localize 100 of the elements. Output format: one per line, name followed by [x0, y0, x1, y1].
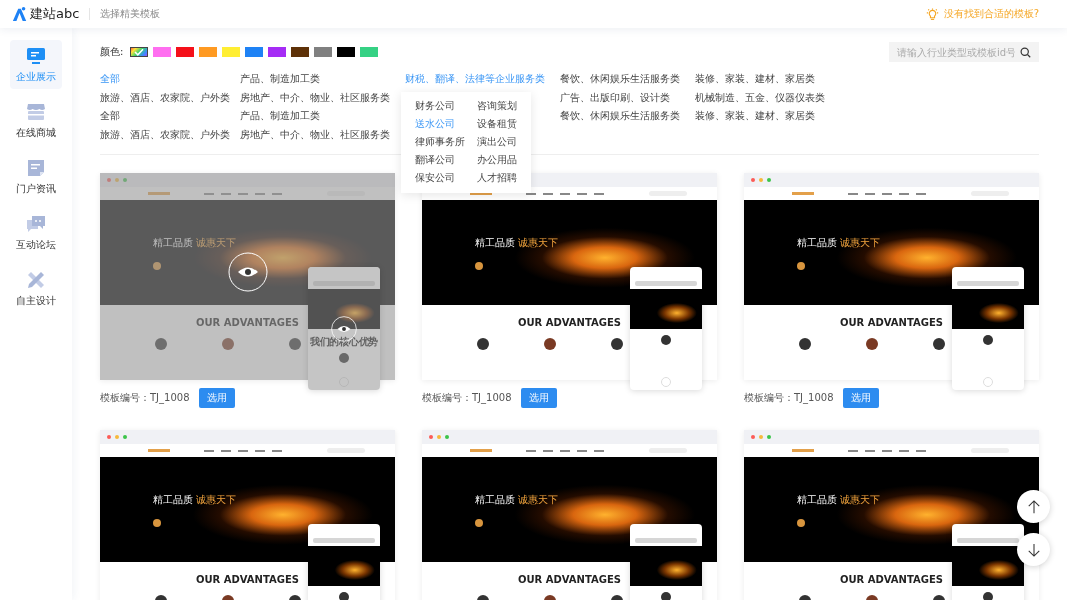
color-swatch[interactable] [153, 47, 172, 57]
search-icon [1020, 47, 1031, 58]
section-heading: OUR ADVANTAGES [839, 317, 943, 328]
mobile-search-bar [313, 538, 375, 543]
subcategory-link[interactable]: 办公用品 [477, 153, 527, 167]
window-dot [115, 178, 119, 182]
feature-photo [288, 338, 301, 350]
feature-photo [983, 592, 993, 600]
arrow-button-icon [797, 518, 805, 527]
category-link[interactable]: 全部 [100, 109, 120, 124]
window-dot [767, 435, 771, 439]
storefront-icon [26, 101, 46, 122]
category-link[interactable]: 产品、制造加工类 [240, 109, 320, 124]
window-dot [759, 435, 763, 439]
color-swatch[interactable] [176, 47, 195, 57]
category-link[interactable]: 房地产、中介、物业、社区服务类 [240, 90, 390, 105]
feature-photo [339, 592, 349, 600]
color-swatch[interactable] [291, 47, 310, 57]
window-dot [437, 435, 441, 439]
sidebar-item[interactable]: 在线商城 [10, 96, 62, 145]
section-heading: OUR ADVANTAGES [839, 574, 943, 585]
subcategory-link[interactable]: 律师事务所 [415, 135, 477, 149]
feature-photo [983, 335, 993, 345]
window-dot [751, 178, 755, 182]
mobile-hero-photo [308, 289, 380, 329]
arrow-button-icon [475, 518, 483, 527]
eye-icon[interactable] [227, 251, 268, 292]
color-swatch[interactable] [268, 47, 287, 57]
sidebar-item[interactable]: 互动论坛 [10, 208, 62, 257]
feature-photo [476, 338, 489, 350]
subcategory-link[interactable]: 设备租赁 [477, 117, 527, 131]
arrow-button-icon [475, 261, 483, 270]
arrow-button-icon [153, 261, 161, 270]
chat-bubbles-icon [26, 213, 46, 234]
category-link[interactable]: 旅游、酒店、农家院、户外类 [100, 127, 230, 142]
feature-photo [610, 338, 623, 350]
subcategory-link[interactable]: 翻译公司 [415, 153, 477, 167]
arrow-down-icon [1026, 542, 1041, 557]
pencil-ruler-icon [26, 269, 46, 290]
logo-text: 建站abc [30, 5, 80, 23]
color-swatch[interactable] [314, 47, 333, 57]
category-link[interactable]: 装修、家装、建材、家居类 [695, 72, 815, 87]
mobile-hero-photo [630, 546, 702, 586]
page-subtitle: 选择精美模板 [100, 7, 161, 21]
subcategory-link[interactable]: 财务公司 [415, 99, 477, 113]
color-swatch[interactable] [337, 47, 356, 57]
logo-icon [12, 6, 28, 22]
window-dot [759, 178, 763, 182]
hero-heading: 精工品质 诚惠天下 [153, 492, 237, 507]
search-field[interactable]: 请输入行业类型或模板id号 [889, 42, 1039, 62]
feature-photo [932, 338, 945, 350]
feature-photo [661, 335, 671, 345]
mobile-hero-photo [952, 289, 1024, 329]
section-heading: OUR ADVANTAGES [517, 317, 621, 328]
arrow-up-icon [1026, 499, 1041, 514]
window-dot [123, 435, 127, 439]
hero-heading: 精工品质 诚惠天下 [475, 492, 559, 507]
category-link[interactable]: 装修、家装、建材、家居类 [695, 109, 815, 124]
window-dot [115, 435, 119, 439]
template-code: 模板编号：TJ_1008 [422, 391, 512, 405]
mobile-search-bar [957, 538, 1019, 543]
subcategory-link[interactable]: 演出公司 [477, 135, 527, 149]
window-dot [107, 435, 111, 439]
category-link[interactable]: 餐饮、休闲娱乐生活服务类 [560, 72, 680, 87]
window-dot [767, 178, 771, 182]
category-link[interactable]: 机械制造、五金、仪器仪表类 [695, 90, 825, 105]
color-swatch[interactable] [360, 47, 379, 57]
arrow-button-icon [153, 518, 161, 527]
mobile-hero-photo [952, 546, 1024, 586]
category-link[interactable]: 房地产、中介、物业、社区服务类 [240, 127, 390, 142]
feature-photo [661, 592, 671, 600]
window-dot [107, 178, 111, 182]
category-link[interactable]: 旅游、酒店、农家院、户外类 [100, 90, 230, 105]
hero-heading: 精工品质 诚惠天下 [153, 235, 237, 250]
hero-heading: 精工品质 诚惠天下 [475, 235, 559, 250]
feature-photo [221, 338, 234, 350]
sidebar-item[interactable]: 门户资讯 [10, 152, 62, 201]
subcategory-link[interactable]: 咨询策划 [477, 99, 527, 113]
window-dot [445, 435, 449, 439]
feature-photo [865, 338, 878, 350]
mobile-hero-photo [630, 289, 702, 329]
mobile-search-bar [635, 538, 697, 543]
color-swatch[interactable] [245, 47, 264, 57]
sidebar-item[interactable]: 自主设计 [10, 264, 62, 313]
section-heading: OUR ADVANTAGES [195, 574, 299, 585]
subcategory-link[interactable]: 人才招聘 [477, 171, 527, 185]
feature-photo [798, 338, 811, 350]
category-link[interactable]: 广告、出版印刷、设计类 [560, 90, 670, 105]
feature-photo [543, 338, 556, 350]
all-colors-swatch[interactable] [130, 47, 149, 57]
window-dot [429, 435, 433, 439]
color-filter-label: 颜色: [100, 45, 124, 59]
hero-heading: 精工品质 诚惠天下 [797, 235, 881, 250]
color-swatch[interactable] [199, 47, 218, 57]
feature-photo [154, 338, 167, 350]
window-dot [123, 178, 127, 182]
category-link[interactable]: 产品、制造加工类 [240, 72, 320, 87]
mobile-hero-photo [308, 546, 380, 586]
color-swatch[interactable] [222, 47, 241, 57]
category-link[interactable]: 餐饮、休闲娱乐生活服务类 [560, 109, 680, 124]
